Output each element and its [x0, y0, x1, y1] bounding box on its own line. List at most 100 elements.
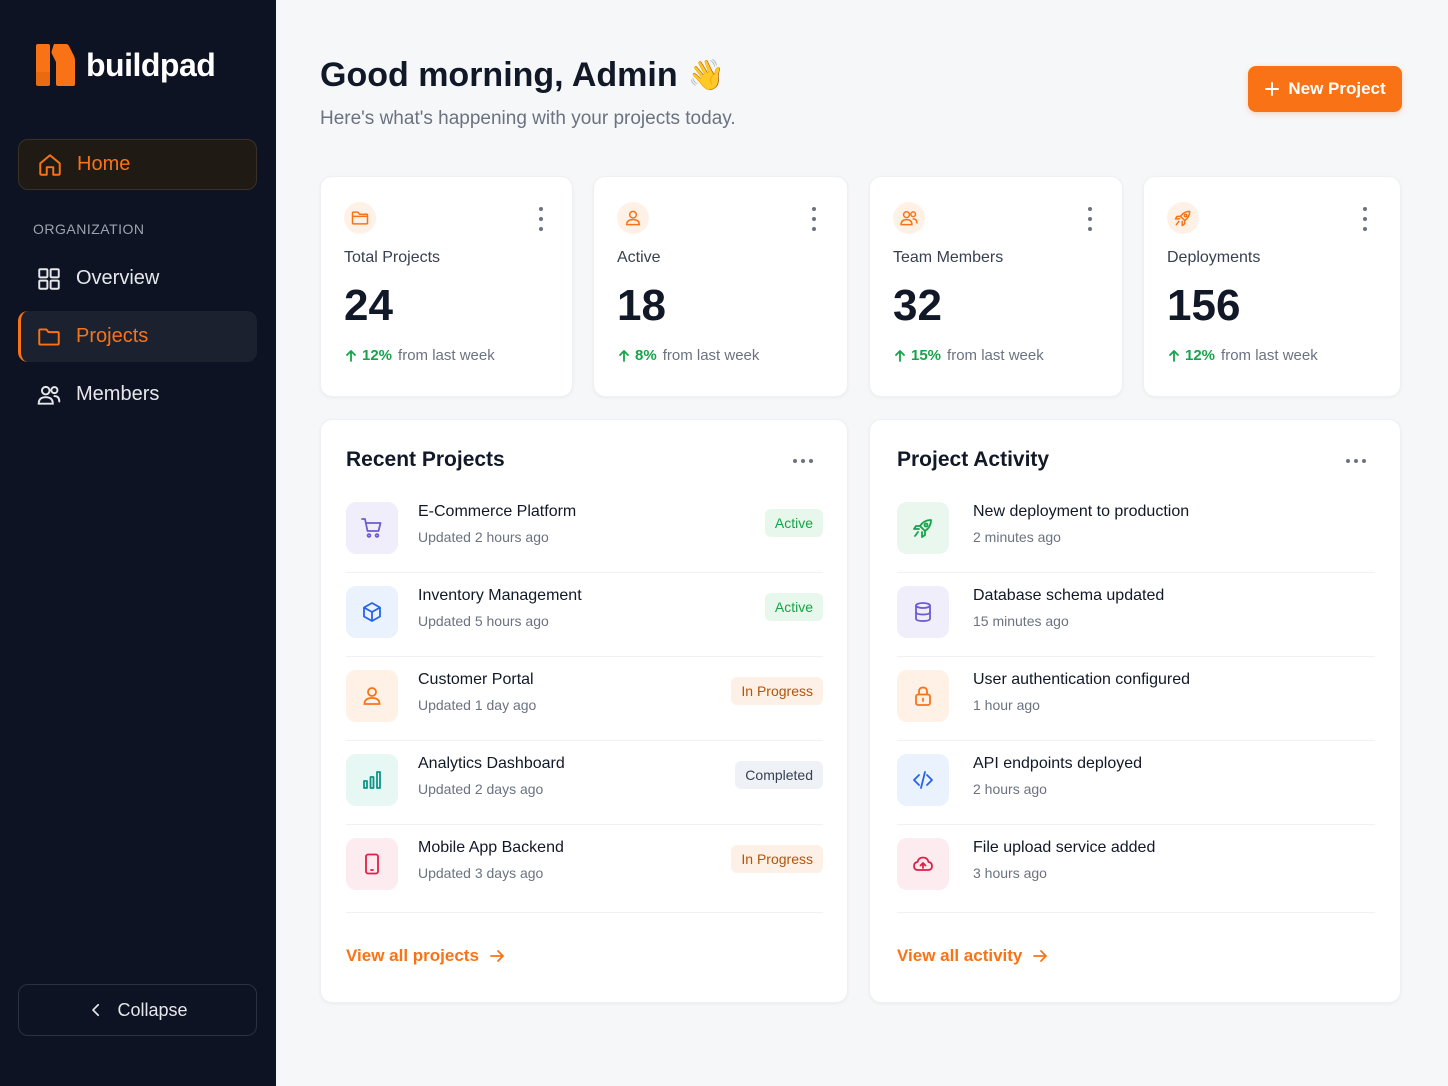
panel-title: Project Activity — [897, 448, 1050, 471]
users-icon — [37, 385, 61, 405]
project-updated: Updated 2 days ago — [418, 781, 544, 797]
arrow-right-icon — [1033, 950, 1048, 962]
recent-projects-panel: Recent Projects E-Commerce Platform Upda… — [320, 419, 848, 1003]
sidebar-item-label: Home — [77, 153, 131, 175]
trend-up: 8% — [617, 347, 657, 364]
user-icon — [346, 670, 398, 722]
stat-card-deployments: Deployments 156 12% from last week — [1143, 176, 1401, 397]
project-activity-panel: Project Activity New deployment to produ… — [869, 419, 1401, 1003]
more-options-button[interactable] — [793, 458, 813, 464]
activity-text: API endpoints deployed — [973, 755, 1143, 772]
cloud-upload-icon — [897, 838, 949, 890]
plus-icon — [1265, 82, 1280, 96]
code-icon — [897, 754, 949, 806]
stat-change-percent: 15% — [911, 347, 942, 364]
bar-chart-icon — [346, 754, 398, 806]
stat-change-text: from last week — [947, 347, 1044, 364]
stat-change-percent: 12% — [362, 347, 393, 364]
more-options-button[interactable] — [806, 207, 822, 231]
stat-value: 24 — [344, 281, 393, 330]
activity-row[interactable]: New deployment to production 2 minutes a… — [897, 489, 1375, 573]
arrow-up-icon — [895, 349, 905, 362]
stat-value: 156 — [1167, 281, 1241, 330]
chevron-left-icon — [92, 1003, 100, 1017]
page-title: Good morning, Admin 👋 — [320, 56, 725, 95]
more-options-button[interactable] — [1082, 207, 1098, 231]
stat-change-text: from last week — [398, 347, 495, 364]
trend-up: 12% — [1167, 347, 1215, 364]
activity-text: New deployment to production — [973, 503, 1190, 520]
activity-time: 2 minutes ago — [973, 529, 1061, 545]
home-icon — [39, 153, 61, 176]
project-name: Mobile App Backend — [418, 839, 564, 856]
sidebar-item-label: Members — [76, 383, 160, 405]
activity-row[interactable]: File upload service added 3 hours ago — [897, 825, 1375, 913]
arrow-right-icon — [490, 950, 504, 962]
project-name: Customer Portal — [418, 671, 534, 688]
sidebar-item-home[interactable]: Home — [18, 139, 257, 190]
new-project-button[interactable]: New Project — [1248, 66, 1402, 112]
collapse-button[interactable]: Collapse — [18, 984, 257, 1036]
more-options-button[interactable] — [1346, 458, 1366, 464]
stat-change: 15% from last week — [893, 347, 1044, 364]
project-name: Analytics Dashboard — [418, 755, 565, 772]
stat-change-text: from last week — [1221, 347, 1318, 364]
sidebar-item-projects[interactable]: Projects — [18, 311, 257, 362]
activity-text: File upload service added — [973, 839, 1156, 856]
activity-row[interactable]: Database schema updated 15 minutes ago — [897, 573, 1375, 657]
trend-up: 12% — [344, 347, 392, 364]
sidebar-item-overview[interactable]: Overview — [18, 253, 257, 304]
phone-icon — [346, 838, 398, 890]
sidebar-item-label: Projects — [76, 325, 149, 347]
collapse-label: Collapse — [117, 999, 188, 1020]
new-project-label: New Project — [1288, 79, 1386, 98]
stat-change: 12% from last week — [344, 347, 495, 364]
sidebar-item-members[interactable]: Members — [18, 369, 257, 420]
arrow-up-icon — [1169, 349, 1179, 362]
users-icon — [893, 202, 925, 234]
more-options-button[interactable] — [533, 207, 549, 231]
status-badge: In Progress — [731, 845, 823, 873]
stat-card-active: Active 18 8% from last week — [593, 176, 848, 397]
rocket-icon — [1167, 202, 1199, 234]
project-row[interactable]: E-Commerce Platform Updated 2 hours ago … — [346, 489, 823, 573]
stat-value: 32 — [893, 281, 942, 330]
view-all-activity-link[interactable]: View all activity — [897, 946, 1048, 966]
activity-row[interactable]: API endpoints deployed 2 hours ago — [897, 741, 1375, 825]
activity-time: 15 minutes ago — [973, 613, 1069, 629]
stat-change-percent: 8% — [635, 347, 657, 364]
sidebar-section-label: ORGANIZATION — [33, 221, 145, 237]
project-updated: Updated 3 days ago — [418, 865, 544, 881]
activity-time: 1 hour ago — [973, 697, 1040, 713]
arrow-up-icon — [346, 349, 356, 362]
sidebar-item-label: Overview — [76, 267, 160, 289]
folder-icon — [344, 202, 376, 234]
activity-row[interactable]: User authentication configured 1 hour ag… — [897, 657, 1375, 741]
project-row[interactable]: Analytics Dashboard Updated 2 days ago C… — [346, 741, 823, 825]
project-row[interactable]: Customer Portal Updated 1 day ago In Pro… — [346, 657, 823, 741]
project-name: E-Commerce Platform — [418, 503, 577, 520]
lock-icon — [897, 670, 949, 722]
stat-label: Team Members — [893, 249, 1004, 266]
project-updated: Updated 1 day ago — [418, 697, 537, 713]
logo[interactable]: buildpad — [34, 42, 216, 88]
view-all-label: View all projects — [346, 946, 479, 965]
stat-value: 18 — [617, 281, 666, 330]
status-badge: In Progress — [731, 677, 823, 705]
database-icon — [897, 586, 949, 638]
status-badge: Completed — [735, 761, 823, 789]
project-row[interactable]: Inventory Management Updated 5 hours ago… — [346, 573, 823, 657]
grid-icon — [38, 267, 60, 290]
activity-time: 3 hours ago — [973, 865, 1047, 881]
rocket-icon — [897, 502, 949, 554]
project-updated: Updated 5 hours ago — [418, 613, 549, 629]
project-row[interactable]: Mobile App Backend Updated 3 days ago In… — [346, 825, 823, 913]
project-updated: Updated 2 hours ago — [418, 529, 549, 545]
stat-change: 12% from last week — [1167, 347, 1318, 364]
view-all-projects-link[interactable]: View all projects — [346, 946, 505, 966]
more-options-button[interactable] — [1357, 207, 1373, 231]
activity-text: User authentication configured — [973, 671, 1191, 688]
wave-emoji-icon: 👋 — [687, 59, 725, 92]
stat-change-text: from last week — [662, 347, 760, 364]
view-all-label: View all activity — [897, 946, 1023, 965]
